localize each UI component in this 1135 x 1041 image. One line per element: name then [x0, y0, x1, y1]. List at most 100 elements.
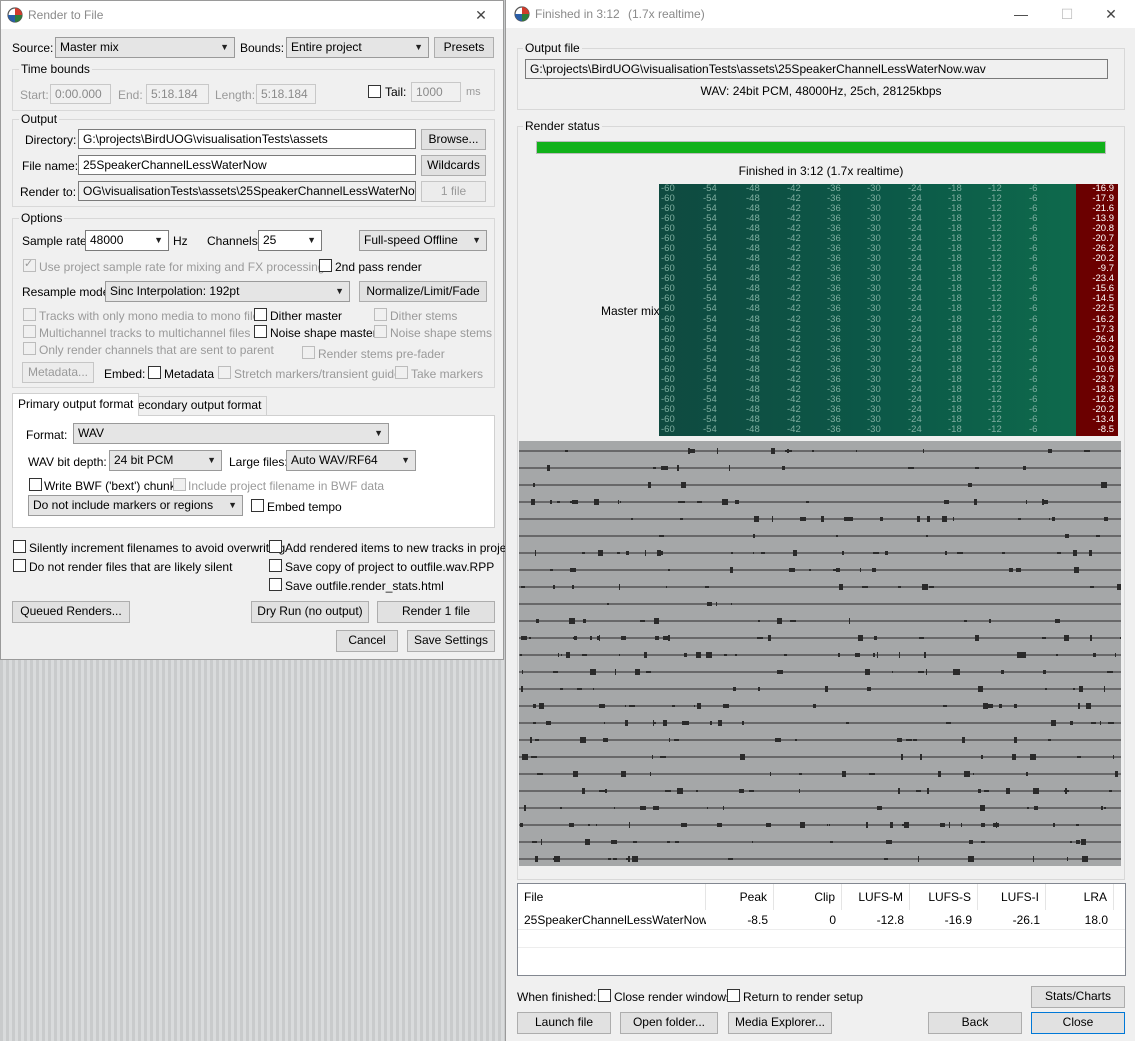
stats-column-header[interactable]: Clip — [774, 884, 842, 910]
chevron-down-icon: ▼ — [414, 42, 423, 52]
noise-stems-checkbox[interactable] — [374, 325, 387, 338]
waveform-blip — [957, 552, 963, 554]
bitdepth-select[interactable]: 24 bit PCM ▼ — [109, 450, 222, 471]
directory-field[interactable]: G:\projects\BirdUOG\visualisationTests\a… — [78, 129, 416, 149]
write-bwf-label: Write BWF ('bext') chunk — [44, 479, 176, 493]
channels-select[interactable]: 25 ▼ — [258, 230, 322, 251]
close-button[interactable]: Close — [1031, 1012, 1125, 1034]
render-button[interactable]: Render 1 file — [377, 601, 495, 623]
dry-run-button[interactable]: Dry Run (no output) — [251, 601, 369, 623]
source-select[interactable]: Master mix ▼ — [55, 37, 235, 58]
end-time-field[interactable]: 5:18.184 — [146, 84, 209, 104]
metadata-button[interactable]: Metadata... — [22, 362, 94, 383]
embed-metadata-checkbox[interactable] — [148, 366, 161, 379]
cancel-button[interactable]: Cancel — [336, 630, 398, 652]
format-select[interactable]: WAV ▼ — [73, 423, 389, 444]
render-window-close-button[interactable]: ✕ — [459, 3, 503, 27]
largefiles-select[interactable]: Auto WAV/RF64 ▼ — [286, 450, 416, 471]
stats-column-header[interactable]: Peak — [706, 884, 774, 910]
waveform-blip — [771, 448, 775, 454]
tracks-mono-checkbox[interactable] — [23, 308, 36, 321]
stats-column-header[interactable]: LUFS-I — [978, 884, 1046, 910]
waveform-blip — [777, 670, 783, 674]
tail-field[interactable]: 1000 — [411, 82, 461, 102]
second-pass-checkbox[interactable] — [319, 259, 332, 272]
queued-renders-button[interactable]: Queued Renders... — [12, 601, 130, 623]
noise-master-checkbox[interactable] — [254, 325, 267, 338]
embed-tempo-checkbox[interactable] — [251, 499, 264, 512]
waveform-blip — [1108, 722, 1114, 724]
presets-button[interactable]: Presets — [434, 37, 494, 58]
output-path-field[interactable]: G:\projects\BirdUOG\visualisationTests\a… — [525, 59, 1108, 79]
bounds-select[interactable]: Entire project ▼ — [286, 37, 429, 58]
finished-window-close-icon[interactable]: ✕ — [1089, 2, 1133, 26]
include-filename-bwf-checkbox[interactable] — [173, 478, 186, 491]
waveform-blip — [553, 671, 558, 673]
waveform-blip — [946, 722, 951, 724]
meter-scale-label: -54 — [703, 423, 717, 435]
render-window-titlebar[interactable]: Render to File ✕ — [1, 1, 503, 29]
browse-button[interactable]: Browse... — [421, 129, 486, 150]
add-rendered-checkbox[interactable] — [269, 540, 282, 553]
time-bounds-label: Time bounds — [19, 62, 92, 76]
waveform-blip — [1057, 552, 1061, 554]
waveform-blip — [690, 449, 695, 453]
minimize-icon[interactable]: — — [999, 2, 1043, 26]
samplerate-select[interactable]: 48000 ▼ — [85, 230, 169, 251]
dither-stems-checkbox[interactable] — [374, 308, 387, 321]
wildcards-button[interactable]: Wildcards — [421, 155, 486, 176]
silently-increment-checkbox[interactable] — [13, 540, 26, 553]
waveform-blip — [758, 620, 760, 622]
write-bwf-checkbox[interactable] — [29, 478, 42, 491]
use-project-rate-checkbox[interactable] — [23, 257, 36, 272]
launch-file-button[interactable]: Launch file — [517, 1012, 611, 1034]
waveform-blip — [1033, 856, 1034, 862]
waveform-blip — [949, 822, 950, 828]
render-finished-window: Finished in 3:12 (1.7x realtime) — ☐ ✕ O… — [505, 0, 1135, 1041]
tab-secondary-output-format[interactable]: Secondary output format — [124, 396, 268, 415]
save-copy-checkbox[interactable] — [269, 559, 282, 572]
stats-charts-button[interactable]: Stats/Charts — [1031, 986, 1125, 1008]
return-setup-checkbox[interactable] — [727, 989, 740, 1002]
waveform-blip — [633, 841, 637, 843]
meter-scale-label: -30 — [867, 423, 881, 435]
multichannel-checkbox[interactable] — [23, 325, 36, 338]
embed-metadata-label: Metadata — [164, 367, 215, 381]
stems-prefader-checkbox[interactable] — [302, 346, 315, 359]
filename-field[interactable]: 25SpeakerChannelLessWaterNow — [78, 155, 416, 175]
resample-select[interactable]: Sinc Interpolation: 192pt ▼ — [105, 281, 350, 302]
waveform-blip — [924, 652, 926, 658]
waveform-blip — [1048, 449, 1052, 453]
back-button[interactable]: Back — [928, 1012, 1022, 1034]
maximize-icon[interactable]: ☐ — [1045, 2, 1089, 26]
finished-window-titlebar[interactable]: Finished in 3:12 (1.7x realtime) — ☐ ✕ — [506, 0, 1135, 28]
tail-checkbox[interactable] — [368, 85, 381, 98]
stats-column-header[interactable]: LUFS-M — [842, 884, 910, 910]
open-folder-button[interactable]: Open folder... — [620, 1012, 718, 1034]
close-windows-checkbox[interactable] — [598, 989, 611, 1002]
waveform-blip — [1042, 499, 1044, 505]
normalize-button[interactable]: Normalize/Limit/Fade — [359, 281, 487, 302]
embed-stretch-checkbox[interactable] — [218, 366, 231, 379]
waveform-blip — [521, 586, 525, 588]
save-stats-checkbox[interactable] — [269, 578, 282, 591]
embed-take-checkbox[interactable] — [395, 366, 408, 379]
tab-primary-output-format[interactable]: Primary output format — [12, 393, 140, 416]
meter-scale-label: -36 — [827, 423, 841, 435]
markers-select[interactable]: Do not include markers or regions ▼ — [28, 495, 243, 516]
render-speed-select[interactable]: Full-speed Offline ▼ — [359, 230, 487, 251]
media-explorer-button[interactable]: Media Explorer... — [728, 1012, 832, 1034]
length-field[interactable]: 5:18.184 — [256, 84, 316, 104]
start-time-field[interactable]: 0:00.000 — [50, 84, 111, 104]
only-render-channels-checkbox[interactable] — [23, 342, 36, 355]
stats-column-header[interactable]: LRA — [1046, 884, 1114, 910]
waveform-blip — [1070, 721, 1073, 725]
waveform-blip — [918, 856, 919, 862]
do-not-render-silent-checkbox[interactable] — [13, 559, 26, 572]
stats-column-header[interactable]: File — [518, 884, 706, 910]
renderto-field[interactable]: OG\visualisationTests\assets\25SpeakerCh… — [78, 181, 416, 201]
files-count-button[interactable]: 1 file — [421, 181, 486, 202]
save-settings-button[interactable]: Save Settings — [407, 630, 495, 652]
stats-column-header[interactable]: LUFS-S — [910, 884, 978, 910]
dither-master-checkbox[interactable] — [254, 308, 267, 321]
